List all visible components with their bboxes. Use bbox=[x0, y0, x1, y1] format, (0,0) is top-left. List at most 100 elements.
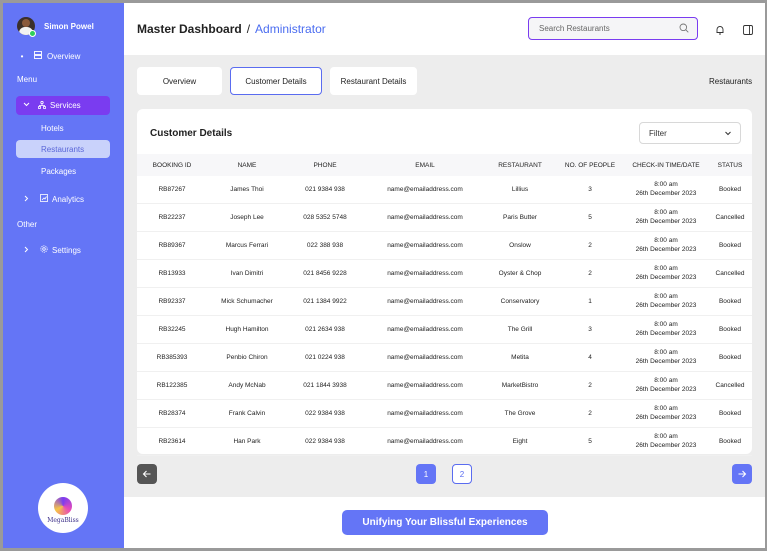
cell-restaurant: Oyster & Chop bbox=[498, 270, 542, 277]
checkin-date: 26th December 2023 bbox=[635, 330, 697, 337]
filter-dropdown[interactable]: Filter bbox=[639, 122, 741, 144]
checkin-time: 8:00 am bbox=[654, 237, 678, 244]
cell-email: name@emailaddress.com bbox=[387, 410, 463, 417]
cta-button[interactable]: Unifying Your Blissful Experiences bbox=[342, 510, 548, 535]
cell-name: Hugh Hamilton bbox=[225, 326, 269, 333]
cell-status: Booked bbox=[718, 242, 742, 249]
search-input[interactable]: Search Restaurants bbox=[528, 17, 698, 40]
prev-page-button[interactable] bbox=[137, 464, 157, 484]
col-header: BOOKING ID bbox=[152, 162, 192, 169]
cell-phone: 021 9384 938 bbox=[305, 186, 345, 193]
logo-text: MegaBliss bbox=[47, 516, 79, 524]
menu-heading: Menu bbox=[17, 75, 38, 84]
table-row[interactable]: RB28374 Frank Calvin 022 9384 938 name@emai… bbox=[137, 400, 752, 428]
cell-checkin: 8:00 am 26th December 2023 bbox=[636, 264, 697, 282]
gear-icon bbox=[40, 245, 48, 255]
table-row[interactable]: RB23614 Han Park 022 9384 938 name@emailadd… bbox=[137, 428, 752, 456]
cell-checkin: 8:00 am 26th December 2023 bbox=[636, 320, 697, 338]
brand-logo: MegaBliss bbox=[38, 483, 88, 533]
tab-overview[interactable]: Overview bbox=[137, 67, 222, 95]
logo-mark-icon bbox=[54, 496, 72, 515]
sidebar-item-settings[interactable]: Settings bbox=[3, 245, 124, 255]
checkin-time: 8:00 am bbox=[654, 209, 678, 216]
col-header: RESTAURANT bbox=[498, 162, 542, 169]
checkin-time: 8:00 am bbox=[654, 349, 678, 356]
cell-email: name@emailaddress.com bbox=[387, 214, 463, 221]
sidebar-item-analytics[interactable]: Analytics bbox=[3, 194, 124, 204]
tab-restaurant-details[interactable]: Restaurant Details bbox=[330, 67, 417, 95]
cell-email: name@emailaddress.com bbox=[387, 354, 463, 361]
next-page-button[interactable] bbox=[732, 464, 752, 484]
chart-icon bbox=[40, 194, 48, 204]
sidebar-item-label: Overview bbox=[47, 51, 81, 61]
sidebar-item-hotels[interactable]: Hotels bbox=[16, 119, 110, 137]
cell-id: RB385393 bbox=[156, 354, 188, 361]
page-number: 2 bbox=[459, 469, 465, 479]
checkin-date: 26th December 2023 bbox=[635, 246, 697, 253]
table-row[interactable]: RB13933 Ivan Dimitri 021 8456 9228 name@ema… bbox=[137, 260, 752, 288]
table-row[interactable]: RB87267 James Thoi 021 9384 938 name@emaila… bbox=[137, 176, 752, 204]
chevron-down-icon bbox=[724, 129, 732, 137]
panel-toggle-icon[interactable] bbox=[742, 23, 754, 35]
bell-icon[interactable] bbox=[714, 23, 726, 35]
checkin-date: 26th December 2023 bbox=[635, 414, 697, 421]
sidebar-item-packages[interactable]: Packages bbox=[16, 162, 110, 180]
sidebar-item-overview[interactable]: • Overview bbox=[3, 51, 124, 61]
card-title: Customer Details bbox=[150, 128, 233, 139]
checkin-time: 8:00 am bbox=[654, 181, 678, 188]
tab-customer-details[interactable]: Customer Details bbox=[230, 67, 322, 95]
table-row[interactable]: RB122385 Andy McNab 021 1844 3938 name@emai… bbox=[137, 372, 752, 400]
cell-email: name@emailaddress.com bbox=[387, 326, 463, 333]
cell-restaurant: MarketBistro bbox=[501, 382, 539, 389]
checkin-date: 26th December 2023 bbox=[635, 190, 697, 197]
cell-restaurant: The Grill bbox=[507, 326, 533, 333]
cell-status: Booked bbox=[718, 326, 742, 333]
user-name: Simon Powel bbox=[44, 21, 94, 31]
dashboard-icon bbox=[33, 51, 43, 61]
customer-details-card: Customer Details Filter BOOKING ID NAME … bbox=[137, 109, 752, 456]
table-row[interactable]: RB32245 Hugh Hamilton 021 2634 938 name@ema… bbox=[137, 316, 752, 344]
arrow-left-icon bbox=[142, 470, 151, 478]
cell-people: 3 bbox=[588, 186, 592, 193]
filter-label: Filter bbox=[649, 128, 667, 138]
network-icon bbox=[37, 100, 47, 111]
page-title-text: Master Dashboard bbox=[137, 22, 242, 36]
cell-status: Cancelled bbox=[715, 214, 745, 221]
checkin-date: 26th December 2023 bbox=[635, 274, 697, 281]
sidebar-item-label: Analytics bbox=[52, 194, 85, 204]
table-row[interactable]: RB92337 Mick Schumacher 021 1384 9922 name@… bbox=[137, 288, 752, 316]
col-header: NAME bbox=[237, 162, 257, 169]
table-row[interactable]: RB385393 Penbio Chiron 021 0224 938 name@em… bbox=[137, 344, 752, 372]
other-heading: Other bbox=[17, 220, 38, 229]
checkin-date: 26th December 2023 bbox=[635, 358, 697, 365]
cell-name: Joseph Lee bbox=[230, 214, 264, 221]
cell-phone: 021 1844 3938 bbox=[303, 382, 347, 389]
cell-id: RB122385 bbox=[156, 382, 188, 389]
cell-id: RB87267 bbox=[158, 186, 186, 193]
breadcrumb-role[interactable]: Administrator bbox=[255, 22, 326, 36]
search-icon[interactable] bbox=[679, 23, 689, 33]
cell-people: 2 bbox=[588, 242, 592, 249]
tab-label: Overview bbox=[162, 76, 197, 86]
sidebar: Simon Powel • Overview Menu Services Hot… bbox=[3, 3, 124, 548]
page-button-2[interactable]: 2 bbox=[452, 464, 472, 484]
page-button-1[interactable]: 1 bbox=[416, 464, 436, 484]
cell-people: 1 bbox=[588, 298, 592, 305]
sidebar-item-services[interactable]: Services bbox=[16, 96, 110, 115]
tab-label: Customer Details bbox=[245, 76, 307, 86]
checkin-time: 8:00 am bbox=[654, 321, 678, 328]
restaurants-link[interactable]: Restaurants bbox=[709, 77, 752, 86]
table-row[interactable]: RB89367 Marcus Ferrari 022 388 938 name@ema… bbox=[137, 232, 752, 260]
cell-email: name@emailaddress.com bbox=[387, 438, 463, 445]
breadcrumb-separator: / bbox=[246, 22, 251, 36]
cell-status: Booked bbox=[718, 410, 742, 417]
sidebar-item-label: Restaurants bbox=[41, 144, 85, 154]
checkin-time: 8:00 am bbox=[654, 377, 678, 384]
cell-phone: 022 9384 938 bbox=[305, 438, 345, 445]
sidebar-item-restaurants[interactable]: Restaurants bbox=[16, 140, 110, 158]
cell-people: 3 bbox=[588, 326, 592, 333]
cell-checkin: 8:00 am 26th December 2023 bbox=[636, 236, 697, 254]
table-row[interactable]: RB22237 Joseph Lee 028 5352 5748 name@email… bbox=[137, 204, 752, 232]
table-header: BOOKING ID NAME PHONE EMAIL RESTAURANT N… bbox=[137, 154, 752, 176]
cell-checkin: 8:00 am 26th December 2023 bbox=[636, 348, 697, 366]
